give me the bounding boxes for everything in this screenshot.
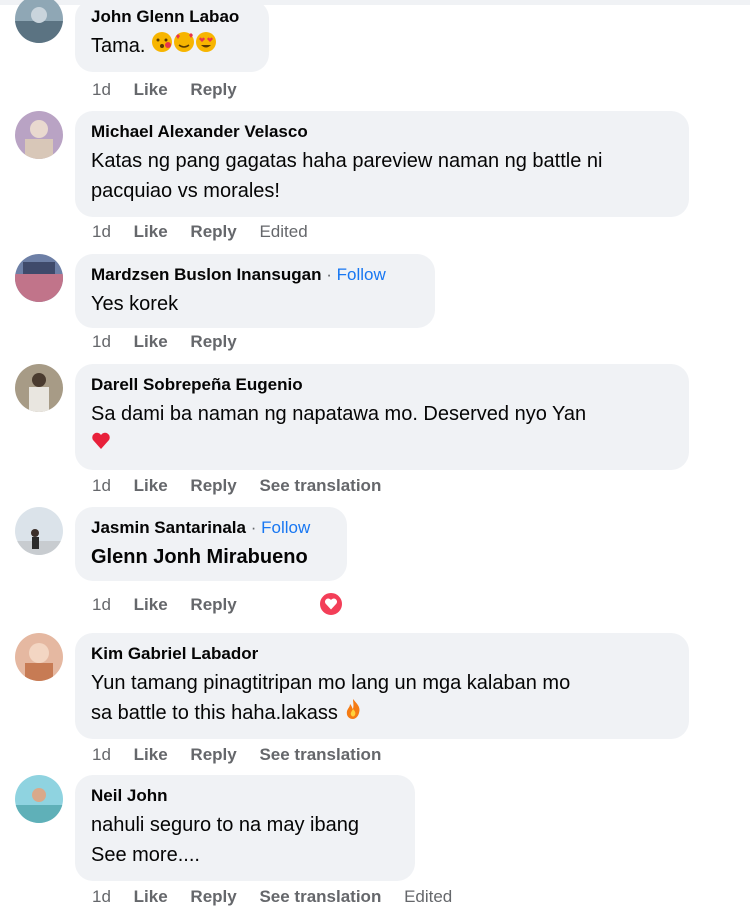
comment-time[interactable]: 1d bbox=[92, 222, 111, 242]
reply-button[interactable]: Reply bbox=[190, 222, 236, 242]
see-more-link[interactable]: See more.... bbox=[91, 840, 399, 870]
edited-label: Edited bbox=[404, 887, 453, 906]
comment-author[interactable]: Neil John bbox=[91, 785, 399, 807]
comment-bubble: Mardzsen Buslon Inansugan · Follow Yes k… bbox=[75, 254, 435, 328]
comment-actions: 1d Like Reply bbox=[92, 80, 255, 100]
see-translation-link[interactable]: See translation bbox=[259, 887, 381, 907]
comment-time[interactable]: 1d bbox=[92, 476, 111, 496]
like-button[interactable]: Like bbox=[134, 80, 168, 100]
like-button[interactable]: Like bbox=[134, 332, 168, 352]
comment-time[interactable]: 1d bbox=[92, 332, 111, 352]
comment-text-line: Katas ng pang gagatas haha pareview nama… bbox=[91, 150, 603, 172]
comment-actions: 1d Like Reply See translation bbox=[92, 745, 399, 765]
comment-text-line: nahuli seguro to na may ibang bbox=[91, 814, 359, 836]
comment-author[interactable]: John Glenn Labao bbox=[91, 6, 253, 28]
avatar[interactable] bbox=[15, 254, 63, 302]
comment-author-name[interactable]: Jasmin Santarinala bbox=[91, 518, 246, 537]
comment-actions: 1d Like Reply See translation Edited bbox=[92, 887, 470, 907]
reply-button[interactable]: Reply bbox=[190, 595, 236, 615]
comment-bubble: Neil John nahuli seguro to na may ibang … bbox=[75, 775, 415, 881]
like-button[interactable]: Like bbox=[134, 222, 168, 242]
comment-bubble: Darell Sobrepeña Eugenio Sa dami ba nama… bbox=[75, 364, 689, 470]
comment-actions: 1d Like Reply See translation bbox=[92, 476, 399, 496]
comment-text-line: Sa dami ba naman ng napatawa mo. Deserve… bbox=[91, 403, 587, 425]
comment-text: Tama. bbox=[91, 31, 253, 62]
comment-text: Yun tamang pinagtitripan mo lang un mga … bbox=[91, 668, 673, 729]
avatar[interactable] bbox=[15, 775, 63, 823]
comment-text-content: sa battle to this haha.lakass bbox=[91, 702, 338, 724]
comment-time[interactable]: 1d bbox=[92, 80, 111, 100]
love-reaction-icon[interactable] bbox=[318, 591, 344, 617]
reply-button[interactable]: Reply bbox=[190, 745, 236, 765]
heart-eyes-emoji bbox=[195, 31, 217, 62]
smiling-hearts-emoji bbox=[173, 31, 195, 62]
comment-actions: 1d Like Reply Edited bbox=[92, 222, 326, 242]
comment-author: Mardzsen Buslon Inansugan · Follow bbox=[91, 264, 419, 286]
reply-button[interactable]: Reply bbox=[190, 80, 236, 100]
comment-text-line: Yun tamang pinagtitripan mo lang un mga … bbox=[91, 672, 571, 694]
reply-button[interactable]: Reply bbox=[190, 332, 236, 352]
comment-author[interactable]: Kim Gabriel Labador bbox=[91, 643, 673, 665]
comment-author: Jasmin Santarinala · Follow bbox=[91, 517, 331, 539]
see-translation-link[interactable]: See translation bbox=[259, 476, 381, 496]
like-button[interactable]: Like bbox=[134, 887, 168, 907]
comment-author[interactable]: Michael Alexander Velasco bbox=[91, 121, 673, 143]
comment-text-line: sa battle to this haha.lakass bbox=[91, 698, 673, 729]
comment-bubble: Jasmin Santarinala · Follow Glenn Jonh M… bbox=[75, 507, 347, 581]
comment-bubble: John Glenn Labao Tama. bbox=[75, 0, 269, 72]
avatar[interactable] bbox=[15, 633, 63, 681]
avatar[interactable] bbox=[15, 111, 63, 159]
follow-button[interactable]: Follow bbox=[261, 518, 310, 537]
comment-time[interactable]: 1d bbox=[92, 745, 111, 765]
fire-emoji bbox=[343, 698, 363, 729]
like-button[interactable]: Like bbox=[134, 595, 168, 615]
comment-bubble: Michael Alexander Velasco Katas ng pang … bbox=[75, 111, 689, 217]
comment-text: nahuli seguro to na may ibang See more..… bbox=[91, 810, 399, 870]
avatar[interactable] bbox=[15, 0, 63, 43]
mention-link[interactable]: Glenn Jonh Mirabueno bbox=[91, 542, 331, 572]
like-button[interactable]: Like bbox=[134, 745, 168, 765]
see-translation-link[interactable]: See translation bbox=[259, 745, 381, 765]
comment-text: Sa dami ba naman ng napatawa mo. Deserve… bbox=[91, 399, 673, 460]
comment-text: Katas ng pang gagatas haha pareview nama… bbox=[91, 146, 673, 206]
avatar[interactable] bbox=[15, 507, 63, 555]
follow-button[interactable]: Follow bbox=[337, 265, 386, 284]
comment-bubble: Kim Gabriel Labador Yun tamang pinagtitr… bbox=[75, 633, 689, 739]
like-button[interactable]: Like bbox=[134, 476, 168, 496]
separator-dot: · bbox=[326, 265, 332, 284]
comment-time[interactable]: 1d bbox=[92, 887, 111, 907]
comment-actions: 1d Like Reply bbox=[92, 332, 255, 352]
comment-time[interactable]: 1d bbox=[92, 595, 111, 615]
avatar[interactable] bbox=[15, 364, 63, 412]
edited-label: Edited bbox=[259, 222, 308, 241]
comment-text: Yes korek bbox=[91, 293, 179, 315]
separator-dot: · bbox=[250, 518, 257, 537]
reply-button[interactable]: Reply bbox=[190, 887, 236, 907]
comment-text-line: pacquiao vs morales! bbox=[91, 180, 280, 202]
red-heart-emoji bbox=[91, 430, 111, 460]
reply-button[interactable]: Reply bbox=[190, 476, 236, 496]
comment-author[interactable]: Darell Sobrepeña Eugenio bbox=[91, 374, 673, 396]
comment-actions: 1d Like Reply bbox=[92, 595, 255, 615]
smiling-kiss-emoji bbox=[151, 31, 173, 62]
comment-text-content: Tama. bbox=[91, 35, 146, 57]
comment-author-name[interactable]: Mardzsen Buslon Inansugan bbox=[91, 265, 321, 284]
